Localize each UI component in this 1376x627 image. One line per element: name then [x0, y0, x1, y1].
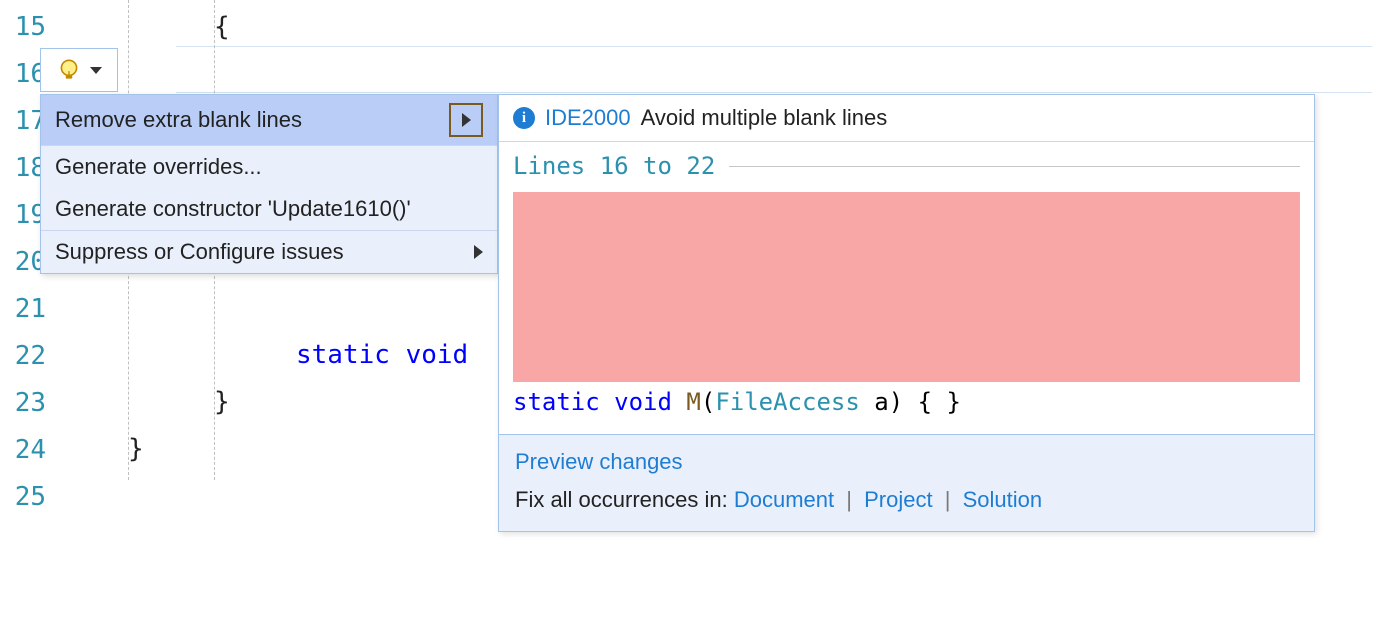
submenu-indicator — [449, 103, 483, 137]
lines-range-text: Lines 16 to 22 — [513, 152, 715, 180]
line-number: 23 — [0, 380, 56, 427]
code-text: } — [214, 379, 230, 426]
action-generate-constructor[interactable]: Generate constructor 'Update1610()' — [41, 188, 497, 230]
action-label: Generate overrides... — [55, 154, 262, 180]
action-label: Remove extra blank lines — [55, 107, 302, 133]
fix-document-link[interactable]: Document — [734, 487, 834, 512]
preview-changes-link[interactable]: Preview changes — [515, 449, 683, 474]
code-text: static void — [296, 332, 468, 379]
current-line-highlight — [176, 46, 1372, 93]
code-text: } — [128, 426, 144, 473]
fix-project-link[interactable]: Project — [864, 487, 932, 512]
lines-range-label: Lines 16 to 22 — [513, 152, 1300, 192]
action-suppress-configure[interactable]: Suppress or Configure issues — [41, 231, 497, 273]
action-label: Suppress or Configure issues — [55, 239, 344, 265]
line-number: 25 — [0, 474, 56, 521]
separator: | — [840, 487, 858, 512]
quick-actions-menu: Remove extra blank lines Generate overri… — [40, 94, 498, 274]
info-icon: i — [513, 107, 535, 129]
diff-removed-block — [513, 192, 1300, 382]
chevron-right-icon — [474, 245, 483, 259]
line-number: 24 — [0, 427, 56, 474]
diff-result-code: static void M(FileAccess a) { } — [513, 382, 1300, 416]
action-label: Generate constructor 'Update1610()' — [55, 196, 411, 222]
action-remove-blank-lines[interactable]: Remove extra blank lines — [41, 95, 497, 145]
chevron-right-icon — [462, 113, 471, 127]
lightbulb-button[interactable] — [40, 48, 118, 92]
divider — [729, 166, 1300, 167]
fix-solution-link[interactable]: Solution — [963, 487, 1043, 512]
line-number: 15 — [0, 4, 56, 51]
rule-id[interactable]: IDE2000 — [545, 105, 631, 131]
line-number: 22 — [0, 333, 56, 380]
line-number: 21 — [0, 286, 56, 333]
fix-preview-panel: i IDE2000 Avoid multiple blank lines Lin… — [498, 94, 1315, 532]
rule-description: Avoid multiple blank lines — [641, 105, 888, 131]
action-generate-overrides[interactable]: Generate overrides... — [41, 146, 497, 188]
chevron-down-icon — [90, 67, 102, 74]
preview-body: Lines 16 to 22 static void M(FileAccess … — [499, 142, 1314, 434]
separator: | — [939, 487, 957, 512]
fix-all-label: Fix all occurrences in: — [515, 487, 734, 512]
lightbulb-icon — [56, 57, 82, 83]
code-text: { — [214, 4, 230, 51]
preview-footer: Preview changes Fix all occurrences in: … — [499, 434, 1314, 531]
preview-header: i IDE2000 Avoid multiple blank lines — [499, 95, 1314, 142]
